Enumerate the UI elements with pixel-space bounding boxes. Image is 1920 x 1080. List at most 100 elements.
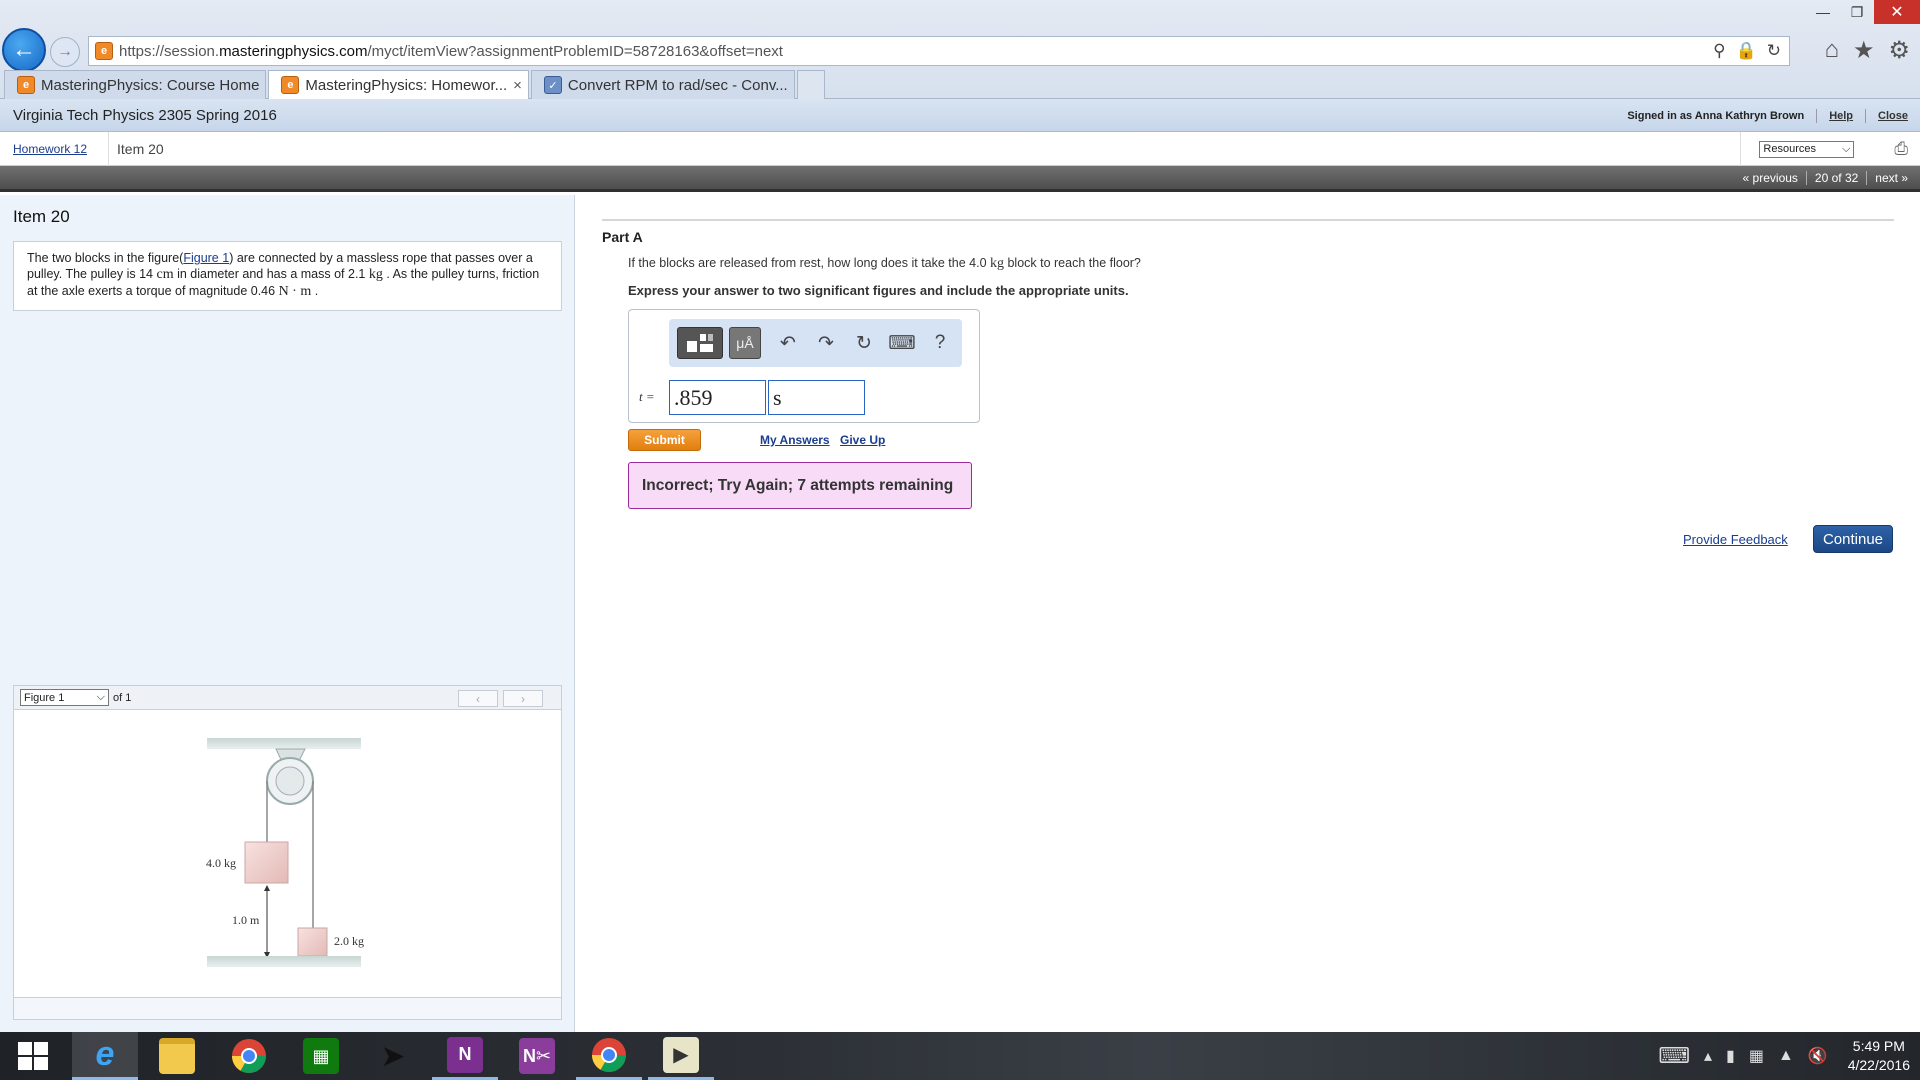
start-button[interactable]	[0, 1032, 66, 1080]
my-answers-link[interactable]: My Answers	[760, 433, 830, 447]
question-text: If the blocks are released from rest, ho…	[628, 256, 1141, 272]
volume-muted-icon[interactable]: 🔇	[1808, 1046, 1828, 1066]
back-button[interactable]: ←	[2, 28, 46, 72]
answer-units-field[interactable]: s	[768, 380, 865, 415]
figure-prev-button[interactable]: ‹	[458, 690, 498, 707]
course-title: Virginia Tech Physics 2305 Spring 2016	[13, 106, 277, 124]
templates-button[interactable]	[677, 327, 723, 359]
url-domain: masteringphysics.com	[219, 42, 368, 60]
refresh-icon[interactable]: ↻	[1767, 41, 1781, 61]
provide-feedback-link[interactable]: Provide Feedback	[1683, 532, 1788, 547]
divider	[602, 219, 1894, 221]
lock-icon[interactable]: 🔒	[1736, 41, 1757, 61]
tab-favicon-icon: ✓	[543, 76, 562, 94]
url-path: /myct/itemView?assignmentProblemID=58728…	[367, 42, 783, 60]
breadcrumb-current: Item 20	[117, 140, 164, 157]
next-link[interactable]: next »	[1875, 171, 1908, 185]
answer-box: μÅ ↶ ↷ ↻ ⌨ ? t = .859 s	[628, 309, 980, 423]
pulley-figure: 4.0 kg 1.0 m 2.0 kg	[206, 738, 364, 967]
continue-button[interactable]: Continue	[1813, 525, 1893, 553]
tab-convert-rpm[interactable]: ✓ Convert RPM to rad/sec - Conv...	[530, 70, 795, 99]
breadcrumb: Homework 12 Item 20 Resources ⌵ ⎙	[0, 131, 1920, 166]
internet-explorer-icon: e	[95, 1035, 115, 1073]
taskbar-chrome-user[interactable]	[576, 1032, 642, 1080]
taskbar-media-app[interactable]: ▶	[648, 1032, 714, 1080]
clock-date: 4/22/2016	[1847, 1057, 1910, 1073]
breadcrumb-homework-link[interactable]: Homework 12	[13, 142, 87, 156]
restore-button[interactable]: ❐	[1840, 0, 1874, 24]
site-favicon-icon: e	[95, 42, 113, 60]
minimize-button[interactable]: —	[1806, 0, 1840, 24]
tab-favicon-icon: e	[281, 76, 300, 94]
show-hidden-icons-icon[interactable]: ▴	[1704, 1046, 1712, 1066]
onenote-icon: N	[447, 1036, 483, 1073]
clock[interactable]: 5:49 PM 4/22/2016	[1848, 1037, 1910, 1075]
folder-icon	[159, 1038, 195, 1074]
chrome-icon	[232, 1039, 266, 1073]
problem-text: .	[311, 284, 319, 298]
taskbar-file-explorer[interactable]	[144, 1032, 210, 1080]
url-text[interactable]: https://session.masteringphysics.com/myc…	[119, 43, 1713, 60]
address-bar[interactable]: e https://session.masteringphysics.com/m…	[88, 36, 1790, 66]
taskbar-chrome[interactable]	[216, 1032, 282, 1080]
equation-toolbar: μÅ ↶ ↷ ↻ ⌨ ?	[669, 319, 962, 367]
previous-link[interactable]: « previous	[1743, 171, 1798, 185]
taskbar-app-arrow[interactable]: ➤	[360, 1032, 426, 1080]
home-icon[interactable]: ⌂	[1824, 36, 1839, 65]
redo-icon[interactable]: ↷	[807, 327, 845, 359]
forward-button[interactable]: →	[50, 37, 80, 67]
tab-close-icon[interactable]: ×	[513, 77, 522, 94]
question-post: block to reach the floor?	[1004, 256, 1141, 270]
resources-dropdown[interactable]: Resources ⌵	[1759, 140, 1855, 158]
resources-selected: Resources	[1763, 143, 1816, 155]
tab-course-home[interactable]: e MasteringPhysics: Course Home	[4, 70, 267, 99]
network-signal-icon[interactable]: ▲	[1778, 1047, 1794, 1065]
item-title: Item 20	[13, 207, 70, 226]
print-icon[interactable]: ⎙	[1894, 139, 1908, 159]
figure-link[interactable]: Figure 1	[183, 251, 229, 265]
tab-label: MasteringPhysics: Homewor...	[305, 76, 508, 94]
item-pager: « previous 20 of 32 next »	[0, 166, 1920, 192]
figure-panel: Figure 1 ⌵ of 1 ‹ › 4.0 kg 1.0 m 2.0 kg	[13, 685, 562, 1020]
new-tab-button[interactable]	[796, 70, 825, 99]
taskbar-onenote[interactable]: N	[432, 1032, 498, 1080]
close-link[interactable]: Close	[1878, 110, 1908, 122]
units-button[interactable]: μÅ	[729, 327, 761, 359]
touch-keyboard-icon[interactable]: ⌨	[1658, 1043, 1690, 1069]
submit-button[interactable]: Submit	[628, 429, 701, 451]
close-window-button[interactable]: ✕	[1874, 0, 1920, 24]
answer-pane: Part A If the blocks are released from r…	[576, 195, 1920, 1032]
system-tray: ⌨ ▴ ▮ ▦ ▲ 🔇 5:49 PM 4/22/2016	[1658, 1032, 1910, 1080]
unit-cm: cm	[156, 267, 174, 282]
give-up-link[interactable]: Give Up	[840, 433, 885, 447]
answer-value-field[interactable]: .859	[669, 380, 766, 415]
action-center-icon[interactable]: ▦	[1749, 1046, 1764, 1066]
account-links: Signed in as Anna Kathryn Brown Help Clo…	[1627, 99, 1908, 132]
taskbar-internet-explorer[interactable]: e	[72, 1032, 138, 1080]
settings-gear-icon[interactable]: ⚙	[1888, 36, 1910, 65]
tab-homework[interactable]: e MasteringPhysics: Homewor... ×	[268, 70, 529, 99]
reset-icon[interactable]: ↻	[845, 327, 883, 359]
keyboard-icon[interactable]: ⌨	[883, 327, 921, 359]
battery-icon[interactable]: ▮	[1726, 1046, 1735, 1066]
problem-text: in diameter and has a mass of 2.1	[173, 267, 369, 281]
feedback-message: Incorrect; Try Again; 7 attempts remaini…	[628, 462, 972, 509]
divider	[1865, 108, 1867, 123]
label-mass-a: 4.0 kg	[206, 856, 236, 870]
onenote-clipper-icon: N✂	[519, 1038, 555, 1074]
pulley-hub	[275, 766, 305, 796]
taskbar-onenote-clip[interactable]: N✂	[504, 1032, 570, 1080]
unit-kg: kg	[990, 256, 1004, 271]
chevron-down-icon: ⌵	[96, 691, 105, 703]
help-button[interactable]: ?	[921, 327, 959, 359]
taskbar-store[interactable]: ▦	[288, 1032, 354, 1080]
figure-next-button[interactable]: ›	[503, 690, 543, 707]
favorites-star-icon[interactable]: ★	[1853, 36, 1875, 65]
taskbar: e ▦ ➤ N N✂ ▶ ⌨ ▴ ▮ ▦ ▲ 🔇 5:49 PM 4/22/20…	[0, 1032, 1920, 1080]
undo-icon[interactable]: ↶	[769, 327, 807, 359]
help-link[interactable]: Help	[1829, 110, 1853, 122]
arrow-up-icon	[264, 885, 270, 891]
figure-dropdown[interactable]: Figure 1 ⌵	[20, 689, 109, 706]
problem-pane: Item 20 The two blocks in the figure(Fig…	[0, 195, 575, 1032]
search-icon[interactable]: ⚲	[1713, 41, 1725, 61]
